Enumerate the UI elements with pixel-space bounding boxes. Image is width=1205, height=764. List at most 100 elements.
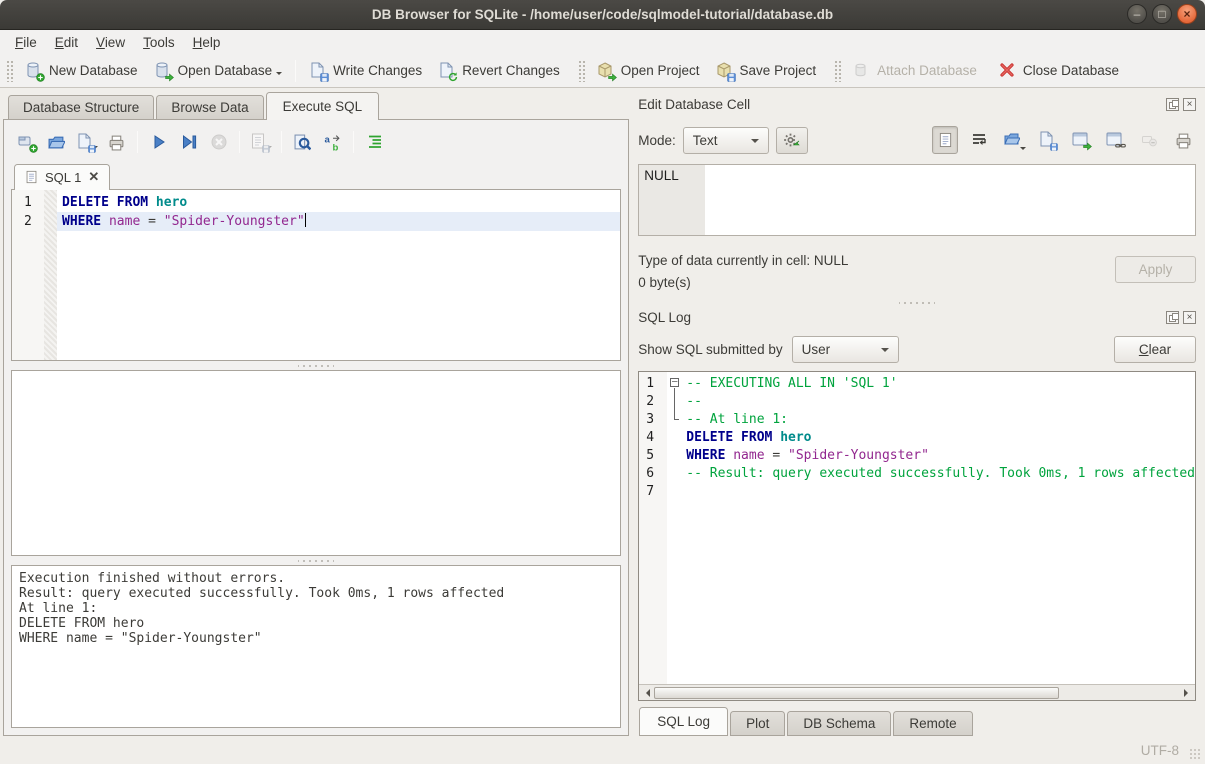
dock-close-icon[interactable]: × [1183,311,1196,324]
toolbar-drag-handle[interactable] [834,60,841,82]
execute-line-button[interactable] [175,129,202,155]
close-database-icon [999,62,1017,80]
sql-code-editor[interactable]: 12 DELETE FROM heroWHERE name = "Spider-… [11,189,621,361]
mode-combobox[interactable]: Text [683,127,769,154]
print-sql-button[interactable] [103,129,130,155]
results-pane[interactable] [11,370,621,556]
open-database-dropdown-icon[interactable] [276,72,282,78]
dock-tabbar: SQL Log Plot DB Schema Remote [638,709,1196,736]
stop-execution-button [205,129,232,155]
close-database-button[interactable]: Close Database [991,58,1127,84]
write-changes-button[interactable]: Write Changes [301,58,430,84]
save-results-button [247,129,274,155]
save-project-button[interactable]: Save Project [708,58,825,84]
close-button[interactable]: × [1177,4,1197,24]
save-file-icon [76,133,94,151]
splitter-handle[interactable] [11,361,621,370]
auto-format-button[interactable] [361,129,388,155]
mode-label: Mode: [638,133,676,148]
toolbar-drag-handle[interactable] [6,60,13,82]
log-fold-margin[interactable] [667,372,684,684]
cell-editor-toolbar [932,126,1196,154]
dock-tab-remote[interactable]: Remote [893,711,972,736]
splitter-handle[interactable] [638,298,1196,307]
import-cell-data-button[interactable] [1000,126,1026,154]
left-panel: Database Structure Browse Data Execute S… [0,88,629,736]
execution-status-box[interactable]: Execution finished without errors. Resul… [11,565,621,728]
menu-help[interactable]: Help [184,32,230,53]
dock-float-icon[interactable] [1166,98,1179,111]
word-wrap-button[interactable] [966,126,992,154]
save-file-icon [1038,131,1056,149]
set-null-icon [1141,132,1157,148]
dock-tab-db-schema[interactable]: DB Schema [787,711,891,736]
revert-changes-button[interactable]: Revert Changes [430,58,568,84]
dock-tab-plot[interactable]: Plot [730,711,785,736]
dock-tab-sql-log[interactable]: SQL Log [639,707,728,736]
sql-editor-toolbar [13,127,621,157]
toolbar-drag-handle[interactable] [578,60,585,82]
cell-edit-area[interactable] [705,165,1195,235]
sql-log-view[interactable]: 1234567 -- EXECUTING ALL IN 'SQL 1'---- … [638,371,1196,701]
cell-value-editor[interactable]: NULL [638,164,1196,236]
menu-view[interactable]: View [87,32,134,53]
toolbar-separator [137,131,138,153]
find-replace-icon [324,134,341,151]
log-code-area[interactable]: -- EXECUTING ALL IN 'SQL 1'---- At line … [684,372,1195,684]
new-database-icon [25,62,43,80]
clear-log-button[interactable]: Clear [1114,336,1196,363]
new-sql-tab-button[interactable] [13,129,40,155]
find-button[interactable] [289,129,316,155]
toolbar-separator [239,131,240,153]
tab-database-structure[interactable]: Database Structure [8,95,154,119]
sql-tab-close-icon[interactable]: ✕ [88,169,99,185]
import-dropdown-icon[interactable] [1020,147,1026,153]
tab-execute-sql[interactable]: Execute SQL [266,92,380,120]
save-sql-file-button[interactable] [73,129,100,155]
editor-code-area[interactable]: DELETE FROM heroWHERE name = "Spider-You… [57,190,620,360]
open-in-external-app-button[interactable] [1068,126,1094,154]
code-line-1: DELETE FROM hero [57,193,620,212]
fold-collapse-icon[interactable] [670,378,679,387]
open-sql-file-button[interactable] [43,129,70,155]
tab-browse-data[interactable]: Browse Data [156,95,263,119]
copy-link-button[interactable] [1102,126,1128,154]
dock-float-icon[interactable] [1166,311,1179,324]
sql-1-tab[interactable]: SQL 1 ✕ [14,164,110,190]
scrollbar-thumb[interactable] [654,687,1059,699]
log-filter-combobox[interactable]: User [792,336,899,363]
main-toolbar: New Database Open Database Write Changes… [0,54,1205,88]
attach-database-button: Attach Database [845,58,985,84]
cell-type-info: Type of data currently in cell: NULL [638,250,1196,272]
auto-switch-mode-button[interactable] [776,127,808,154]
minimize-icon: – [1134,8,1141,20]
right-panel: Edit Database Cell × Mode: Text [629,88,1205,736]
execute-all-button[interactable] [145,129,172,155]
log-horizontal-scrollbar[interactable] [639,684,1195,700]
print-cell-button[interactable] [1170,126,1196,154]
scroll-right-icon[interactable] [1180,686,1194,700]
text-mode-button[interactable] [932,126,958,154]
menu-edit[interactable]: Edit [46,32,87,53]
menu-file[interactable]: File [6,32,46,53]
combo-arrow-icon [881,348,889,356]
link-icon [1106,131,1124,149]
open-database-icon [154,62,172,80]
resize-grip[interactable] [1189,748,1202,761]
dock-close-icon[interactable]: × [1183,98,1196,111]
splitter-handle[interactable] [11,556,621,565]
menu-tools[interactable]: Tools [134,32,184,53]
open-database-button[interactable]: Open Database [146,58,291,84]
maximize-button[interactable]: □ [1152,4,1172,24]
encoding-indicator[interactable]: UTF-8 [1141,743,1179,758]
scroll-left-icon[interactable] [640,686,654,700]
open-project-button[interactable]: Open Project [589,58,708,84]
minimize-button[interactable]: – [1127,4,1147,24]
new-database-button[interactable]: New Database [17,58,146,84]
combo-arrow-icon [751,139,759,147]
find-replace-button[interactable] [319,129,346,155]
titlebar[interactable]: DB Browser for SQLite - /home/user/code/… [0,0,1205,30]
execute-line-icon [181,134,197,150]
new-tab-icon [18,133,36,151]
export-cell-data-button[interactable] [1034,126,1060,154]
